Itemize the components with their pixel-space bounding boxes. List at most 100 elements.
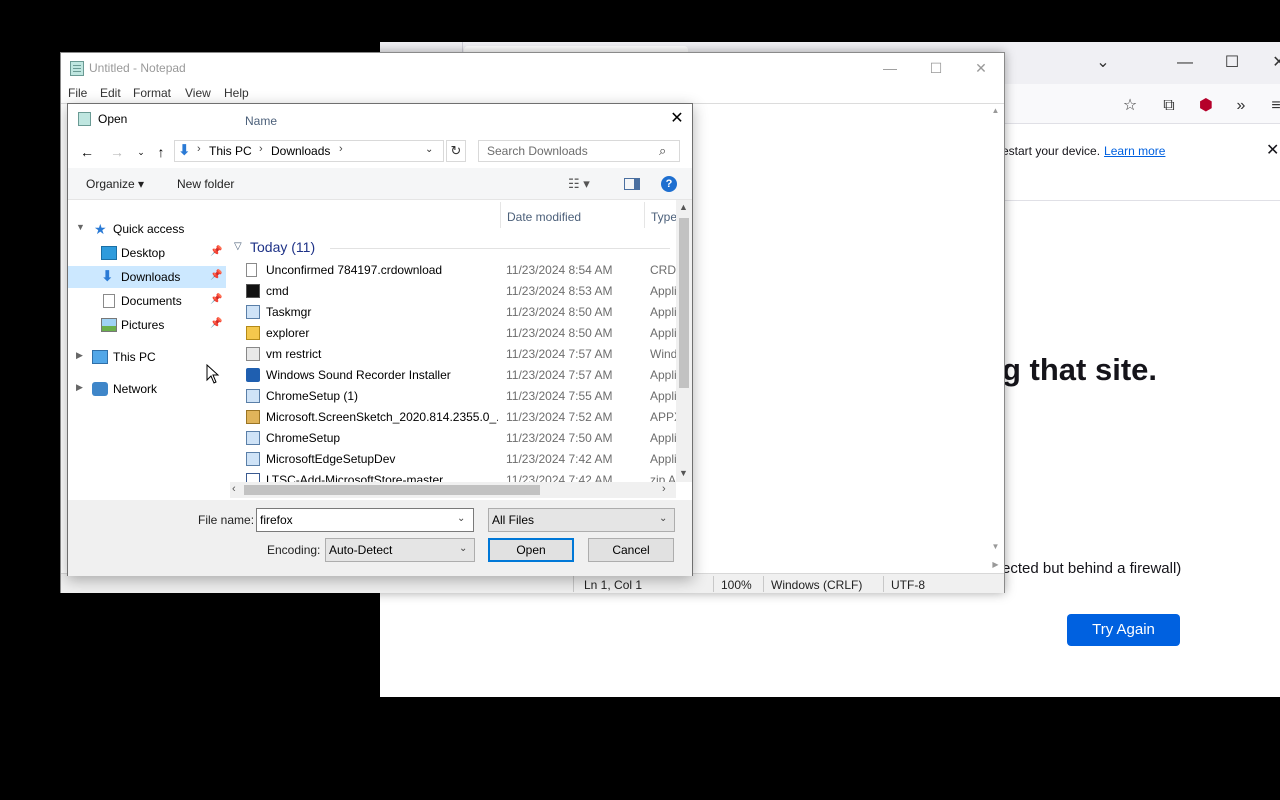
- file-type-dropdown-icon[interactable]: ⌄: [659, 513, 667, 524]
- breadcrumb-this-pc[interactable]: This PC: [209, 144, 252, 158]
- menu-format[interactable]: Format: [133, 86, 171, 100]
- file-row[interactable]: explorer 11/23/2024 8:50 AM Appli: [244, 323, 684, 344]
- close-icon[interactable]: ✕: [1264, 50, 1280, 76]
- hamburger-menu-icon[interactable]: ≡: [1264, 94, 1280, 118]
- search-input[interactable]: Search Downloads ⌕: [478, 140, 680, 162]
- file-row[interactable]: MicrosoftEdgeSetupDev 11/23/2024 7:42 AM A…: [244, 449, 684, 470]
- refresh-icon[interactable]: ↻: [446, 140, 466, 162]
- view-options-icon[interactable]: ☷ ▾: [568, 176, 590, 192]
- notice-close-icon[interactable]: ✕: [1266, 140, 1279, 160]
- nav-network[interactable]: ▶ Network: [68, 378, 226, 400]
- maximize-icon[interactable]: ☐: [1217, 50, 1247, 76]
- recent-locations-chevron-icon[interactable]: ⌄: [130, 143, 152, 161]
- nav-documents[interactable]: Documents 📌: [68, 290, 226, 312]
- encoding-dropdown-icon[interactable]: ⌄: [459, 543, 467, 554]
- menu-file[interactable]: File: [68, 86, 87, 100]
- address-dropdown-icon[interactable]: ⌄: [425, 144, 433, 155]
- minimize-icon[interactable]: —: [1170, 50, 1200, 76]
- file-name: MicrosoftEdgeSetupDev: [266, 452, 396, 466]
- scrollbar-thumb[interactable]: [679, 218, 689, 388]
- nav-pictures[interactable]: Pictures 📌: [68, 314, 226, 336]
- tab-list-chevron-icon[interactable]: ⌄: [1088, 50, 1118, 76]
- file-row[interactable]: ChromeSetup 11/23/2024 7:50 AM Appli: [244, 428, 684, 449]
- file-row[interactable]: Taskmgr 11/23/2024 8:50 AM Appli: [244, 302, 684, 323]
- encoding-select[interactable]: Auto-Detect ⌄: [325, 538, 475, 562]
- file-name-dropdown-icon[interactable]: ⌄: [457, 513, 465, 524]
- vm-icon: [246, 347, 260, 361]
- overflow-chevron-icon[interactable]: »: [1229, 94, 1253, 118]
- status-divider: [763, 576, 764, 592]
- cancel-button[interactable]: Cancel: [588, 538, 674, 562]
- forward-arrow-icon[interactable]: →: [106, 143, 128, 161]
- file-type: CRDO: [650, 263, 678, 277]
- learn-more-link[interactable]: Learn more: [1104, 144, 1165, 158]
- breadcrumb-chevron-icon[interactable]: ›: [197, 143, 201, 155]
- column-divider[interactable]: [500, 202, 501, 228]
- scroll-up-icon[interactable]: ▲: [679, 202, 688, 212]
- minimize-icon[interactable]: —: [867, 53, 913, 83]
- bookmark-star-icon[interactable]: ☆: [1118, 94, 1142, 118]
- notepad-menubar: File Edit Format View Help: [61, 83, 1004, 103]
- up-arrow-icon[interactable]: ↑: [150, 143, 172, 161]
- menu-help[interactable]: Help: [224, 86, 249, 100]
- open-button[interactable]: Open: [488, 538, 574, 562]
- file-name-input[interactable]: [260, 512, 450, 528]
- scroll-up-icon[interactable]: ▲: [987, 106, 1004, 115]
- file-row[interactable]: Microsoft.ScreenSketch_2020.814.2355.0_.…: [244, 407, 684, 428]
- scroll-right-icon[interactable]: ›: [662, 483, 666, 495]
- column-header-type[interactable]: Type: [651, 210, 677, 224]
- file-row[interactable]: cmd 11/23/2024 8:53 AM Appli: [244, 281, 684, 302]
- maximize-icon[interactable]: ☐: [913, 53, 959, 83]
- scroll-down-icon[interactable]: ▼: [679, 468, 688, 478]
- search-placeholder: Search Downloads: [487, 144, 588, 158]
- file-date: 11/23/2024 8:50 AM: [506, 326, 613, 340]
- dialog-close-icon[interactable]: ✕: [664, 107, 690, 131]
- scroll-right-icon[interactable]: ▶: [987, 556, 1004, 573]
- close-icon[interactable]: ✕: [958, 53, 1004, 83]
- expand-chevron-icon[interactable]: ▶: [76, 382, 83, 393]
- file-row[interactable]: vm restrict 11/23/2024 7:57 AM Wind: [244, 344, 684, 365]
- column-divider[interactable]: [644, 202, 645, 228]
- preview-pane-icon[interactable]: [624, 178, 640, 190]
- file-type-select[interactable]: All Files ⌄: [488, 508, 675, 532]
- file-row[interactable]: Windows Sound Recorder Installer 11/23/20…: [244, 365, 684, 386]
- group-header[interactable]: Today (11): [250, 239, 315, 255]
- file-list-horizontal-scrollbar[interactable]: ‹ ›: [230, 482, 676, 498]
- organize-button[interactable]: Organize ▾: [86, 177, 144, 191]
- help-icon[interactable]: ?: [661, 176, 677, 192]
- expand-chevron-icon[interactable]: ▼: [76, 222, 85, 232]
- expand-chevron-icon[interactable]: ▶: [76, 350, 83, 361]
- extensions-icon[interactable]: ⧉: [1157, 94, 1181, 118]
- command-bar: Organize ▾ New folder ☷ ▾ ?: [68, 168, 692, 200]
- scroll-left-icon[interactable]: ‹: [232, 483, 236, 495]
- file-list-vertical-scrollbar[interactable]: ▲ ▼: [676, 200, 692, 482]
- address-bar[interactable]: ⬇ › This PC › Downloads › ⌄: [174, 140, 444, 162]
- file-row[interactable]: Unconfirmed 784197.crdownload 11/23/2024 …: [244, 260, 684, 281]
- new-folder-button[interactable]: New folder: [177, 177, 234, 191]
- nav-downloads[interactable]: ⬇ Downloads 📌: [68, 266, 226, 288]
- file-row[interactable]: ChromeSetup (1) 11/23/2024 7:55 AM Appli: [244, 386, 684, 407]
- column-header-date[interactable]: Date modified: [507, 210, 581, 224]
- nav-quick-access[interactable]: ▼ ★ Quick access: [68, 218, 226, 240]
- file-row[interactable]: LTSC-Add-MicrosoftStore-master 11/23/2024…: [244, 470, 684, 482]
- breadcrumb-chevron-icon[interactable]: ›: [259, 143, 263, 155]
- editor-vertical-scrollbar[interactable]: ▲ ▼: [987, 104, 1004, 556]
- scrollbar-thumb[interactable]: [244, 485, 540, 495]
- file-name-label: File name:: [198, 513, 255, 527]
- menu-edit[interactable]: Edit: [100, 86, 121, 100]
- back-arrow-icon[interactable]: ←: [76, 143, 98, 161]
- try-again-button[interactable]: Try Again: [1067, 614, 1180, 646]
- menu-view[interactable]: View: [185, 86, 211, 100]
- scroll-down-icon[interactable]: ▼: [987, 542, 1004, 551]
- breadcrumb-downloads[interactable]: Downloads: [271, 144, 330, 158]
- pin-icon: 📌: [210, 294, 223, 305]
- file-name-combobox[interactable]: ⌄: [256, 508, 474, 532]
- column-header-name[interactable]: Name: [245, 114, 277, 128]
- nav-desktop[interactable]: Desktop 📌: [68, 242, 226, 264]
- group-collapse-chevron-icon[interactable]: ▽: [234, 241, 242, 252]
- breadcrumb-chevron-icon[interactable]: ›: [339, 143, 343, 155]
- ublock-icon[interactable]: ⬢: [1194, 94, 1218, 118]
- pin-icon: 📌: [210, 318, 223, 329]
- nav-this-pc[interactable]: ▶ This PC: [68, 346, 226, 368]
- file-type: APPX: [650, 410, 678, 424]
